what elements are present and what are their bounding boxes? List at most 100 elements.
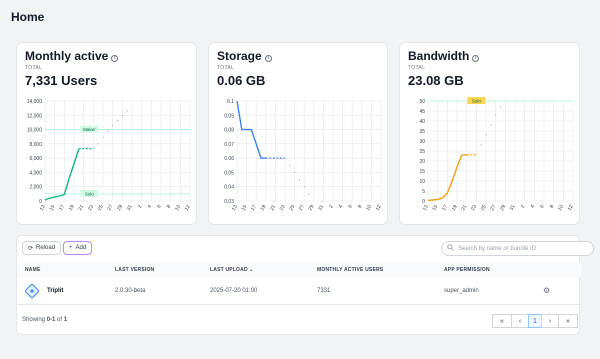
y-tick-label: 4,000 [29, 170, 42, 176]
projection-point [116, 119, 119, 121]
info-icon[interactable]: i [264, 55, 272, 62]
app-version: 2.0.30-beta [115, 288, 146, 294]
gear-icon[interactable]: ⚙ [543, 286, 550, 295]
x-tick-label: 13 [422, 204, 430, 212]
x-tick-label: 27 [489, 204, 497, 212]
y-tick-label: 0.05 [224, 170, 234, 176]
chevron-down-icon: ⌄ [249, 267, 254, 273]
x-tick-label: 6 [539, 204, 546, 210]
storage-chart: 0.030.040.050.060.070.080.090.113 15 17 19 2… [224, 99, 383, 212]
showing-of: of [57, 317, 63, 323]
x-tick-label: 15 [240, 204, 248, 212]
x-tick-label: 2 [137, 204, 144, 210]
x-tick-label: 27 [298, 204, 306, 212]
table-header: NAME LAST VERSION LAST UPLOAD ⌄ MONTHLY … [17, 263, 581, 277]
x-tick-label: 8 [166, 204, 173, 210]
y-tick-label: 15 [419, 169, 425, 175]
projection-point [97, 143, 99, 145]
projection-point [490, 124, 492, 126]
app-permission: super_admin [444, 288, 479, 294]
header-name[interactable]: NAME [25, 267, 41, 273]
last-page-button[interactable]: » [558, 314, 578, 328]
x-tick-label: 21 [77, 204, 85, 212]
table-row[interactable]: Triplit 2.0.30-beta 2025-07-20 01:00 733… [17, 279, 581, 305]
add-label: Add [75, 245, 87, 251]
app-last-upload: 2025-07-20 01:00 [210, 288, 258, 294]
projection-point [303, 186, 305, 188]
x-tick-label: 31 [317, 204, 325, 212]
next-page-button[interactable]: › [541, 314, 559, 328]
reload-label: Reload [36, 245, 56, 251]
card-title: Bandwidth i [408, 49, 480, 63]
projection-point [499, 106, 502, 108]
reference-label: Solo [85, 191, 95, 196]
first-page-button[interactable]: « [492, 314, 512, 328]
x-tick-label: 10 [557, 204, 565, 212]
app-name[interactable]: Triplit [47, 288, 63, 294]
x-tick-label: 21 [269, 204, 277, 212]
monthly-active-card: Monthly active i TOTAL 7,331 Users 0 2,000… [16, 42, 197, 225]
x-tick-label: 19 [68, 204, 76, 212]
monthly-active-chart: 02,0004,0006,0008,00010,00012,00014,0001… [27, 99, 192, 212]
x-tick-label: 15 [48, 204, 56, 212]
app-mau: 7331 [317, 288, 331, 294]
x-tick-label: 10 [365, 204, 373, 212]
prev-page-button[interactable]: ‹ [511, 314, 529, 328]
header-mau[interactable]: MONTHLY ACTIVE USERS [317, 267, 383, 273]
y-tick-label: 45 [419, 109, 425, 115]
info-icon[interactable]: i [111, 55, 119, 62]
x-tick-label: 19 [451, 204, 459, 212]
x-tick-label: 10 [174, 204, 182, 212]
y-tick-label: 50 [419, 99, 425, 105]
x-tick-label: 23 [87, 204, 95, 212]
x-tick-label: 29 [116, 204, 124, 212]
total-label: TOTAL [408, 65, 426, 71]
y-tick-label: 35 [419, 129, 425, 135]
pagination-summary: Showing 0-1 of 1 [22, 317, 67, 323]
projection-point [480, 144, 482, 146]
y-tick-label: 0.04 [224, 185, 234, 191]
x-tick-label: 17 [250, 204, 258, 212]
x-tick-label: 12 [567, 204, 575, 212]
search-icon [447, 244, 454, 253]
reload-icon: ⟳ [28, 245, 34, 252]
x-tick-label: 12 [184, 204, 192, 212]
search-input[interactable]: Search by name or bundle ID [441, 241, 594, 256]
search-placeholder: Search by name or bundle ID [458, 245, 537, 252]
bandwidth-card: Bandwidth i TOTAL 23.08 GB 0 5 10 15 20 25 30 35… [399, 42, 580, 225]
app-logo-icon [25, 284, 39, 298]
projection-point [126, 110, 128, 112]
x-tick-label: 13 [231, 204, 239, 212]
x-tick-label: 17 [441, 204, 449, 212]
card-title-text: Storage [217, 49, 262, 63]
y-tick-label: 20 [419, 159, 425, 165]
y-tick-label: 10,000 [27, 128, 43, 134]
x-tick-label: 21 [460, 204, 468, 212]
y-tick-label: 8,000 [29, 142, 42, 148]
header-last-upload[interactable]: LAST UPLOAD ⌄ [210, 267, 254, 273]
x-tick-label: 4 [146, 204, 153, 210]
projection-point [294, 171, 296, 174]
info-icon[interactable]: i [472, 55, 480, 62]
x-tick-label: 12 [375, 204, 383, 212]
projection-point [121, 114, 123, 116]
header-last-version[interactable]: LAST VERSION [115, 267, 154, 273]
total-value: 0.06 GB [217, 73, 266, 88]
x-tick-label: 29 [308, 204, 316, 212]
y-tick-label: 14,000 [27, 99, 43, 105]
add-button[interactable]: + Add [63, 241, 93, 255]
reference-label: Maker [83, 127, 96, 132]
page-1-button[interactable]: 1 [528, 314, 542, 328]
x-tick-label: 6 [156, 204, 163, 210]
x-tick-label: 6 [347, 204, 354, 210]
y-tick-label: 25 [419, 149, 425, 155]
showing-range: 0-1 [46, 317, 56, 323]
header-permission[interactable]: APP PERMISSION [444, 267, 490, 273]
y-tick-label: 40 [419, 119, 425, 125]
y-tick-label: 12,000 [27, 113, 43, 119]
reload-button[interactable]: ⟳ Reload [22, 241, 62, 255]
y-tick-label: 10 [419, 179, 425, 185]
x-tick-label: 27 [106, 204, 114, 212]
page-title: Home [11, 10, 45, 24]
showing-prefix: Showing [22, 317, 46, 323]
